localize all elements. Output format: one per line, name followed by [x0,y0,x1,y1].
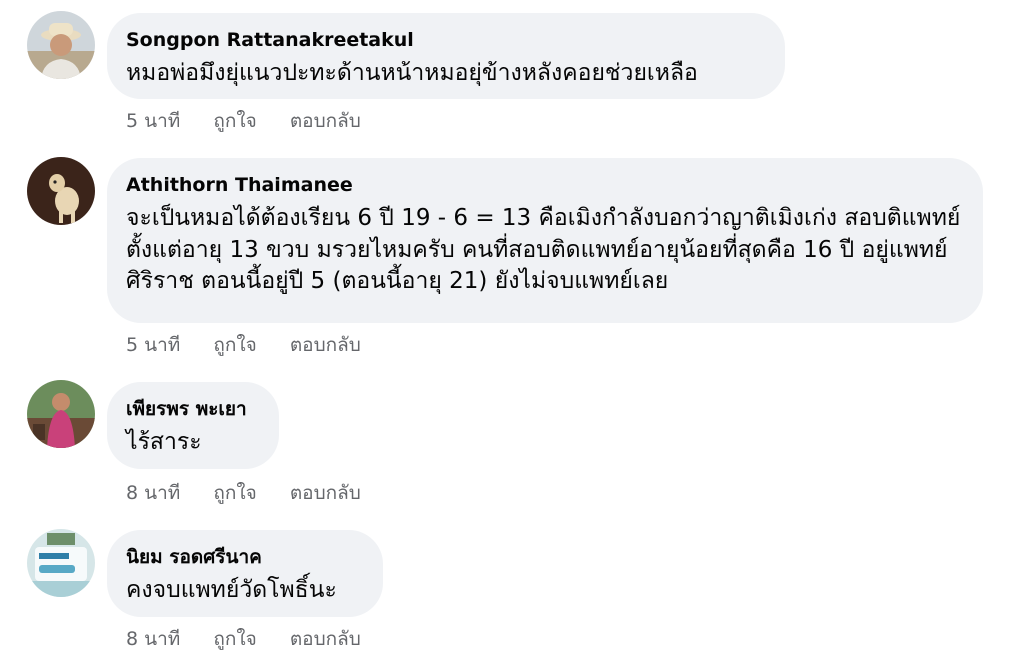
comment-text: หมอพ่อมึงยุ่แนวปะทะด้านหน้าหมอยุ่ข้างหลั… [126,60,698,86]
comment-author[interactable]: นิยม รอดศรีนาค [126,544,361,570]
like-button[interactable]: ถูกใจ [213,333,256,357]
comment-time[interactable]: 5 นาที [126,109,180,133]
comment-bubble: Songpon Rattanakreetakul หมอพ่อมึงยุ่แนว… [107,13,785,99]
comment-bubble: นิยม รอดศรีนาค คงจบแพทย์วัดโพธิ์นะ [107,530,383,617]
comment-bubble: Athithorn Thaimanee จะเป็นหมอได้ต้องเรีย… [107,158,983,323]
comment-time[interactable]: 8 นาที [126,481,180,505]
comment-text: คงจบแพทย์วัดโพธิ์นะ [126,577,337,603]
avatar[interactable] [27,380,95,448]
reply-button[interactable]: ตอบกลับ [290,109,361,133]
like-button[interactable]: ถูกใจ [213,109,256,133]
comment-author[interactable]: เพียรพร พะเยา [126,396,257,422]
avatar[interactable] [27,11,95,79]
comment-actions: 5 นาที ถูกใจ ตอบกลับ [126,109,361,133]
comment-time[interactable]: 5 นาที [126,333,180,357]
comment-author[interactable]: Athithorn Thaimanee [126,172,961,198]
comment-actions: 5 นาที ถูกใจ ตอบกลับ [126,333,361,357]
comment-time[interactable]: 8 นาที [126,627,180,651]
comment-actions: 8 นาที ถูกใจ ตอบกลับ [126,481,361,505]
reply-button[interactable]: ตอบกลับ [290,627,361,651]
comment-text: จะเป็นหมอได้ต้องเรียน 6 ปี 19 - 6 = 13 ค… [126,205,961,294]
like-button[interactable]: ถูกใจ [213,627,256,651]
comment-actions: 8 นาที ถูกใจ ตอบกลับ [126,627,361,651]
comment-author[interactable]: Songpon Rattanakreetakul [126,27,763,53]
avatar[interactable] [27,529,95,597]
comment-bubble: เพียรพร พะเยา ไร้สาระ [107,382,279,469]
reply-button[interactable]: ตอบกลับ [290,333,361,357]
comment-text: ไร้สาระ [126,429,202,455]
like-button[interactable]: ถูกใจ [213,481,256,505]
reply-button[interactable]: ตอบกลับ [290,481,361,505]
avatar[interactable] [27,157,95,225]
